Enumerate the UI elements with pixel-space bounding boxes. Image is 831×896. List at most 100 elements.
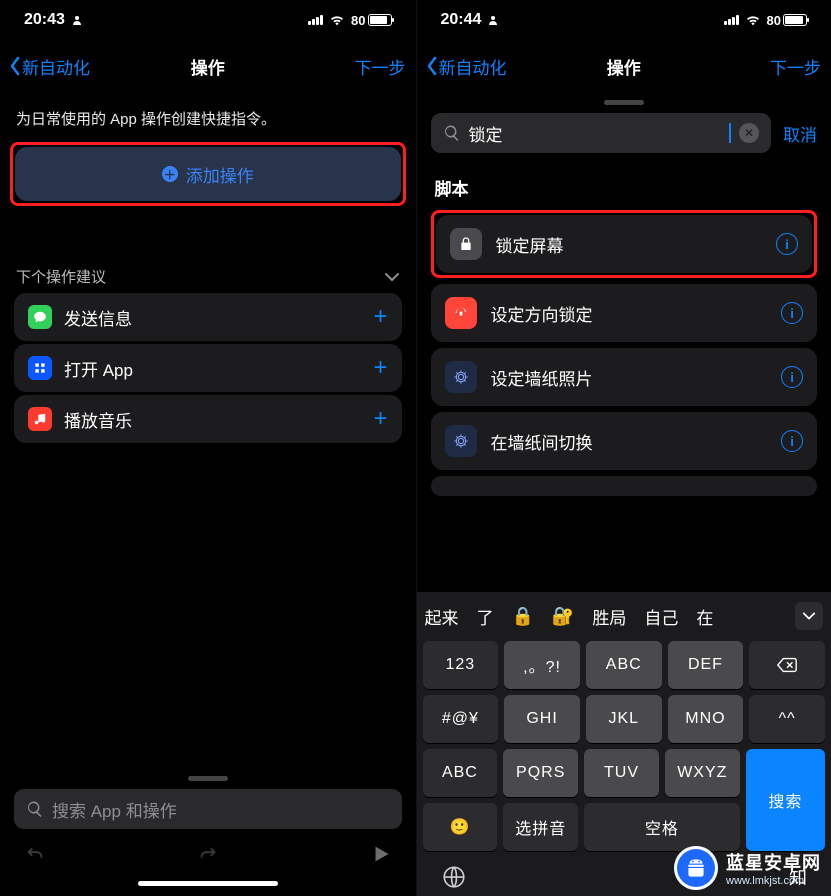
result-label: 设定方向锁定 <box>491 301 593 326</box>
candidate-emoji[interactable]: 🔐 <box>552 606 574 627</box>
lock-icon <box>450 228 482 260</box>
globe-icon[interactable] <box>441 864 467 890</box>
redo-icon[interactable] <box>197 843 219 865</box>
search-field[interactable]: 搜索 App 和操作 <box>14 789 402 829</box>
status-bar: 20:44 80 <box>417 0 831 40</box>
highlight-lock-screen: 锁定屏幕 i <box>431 210 818 278</box>
wallpaper-switch-icon <box>445 425 477 457</box>
key-ghi[interactable]: GHI <box>504 695 580 743</box>
battery-icon: 80 <box>767 13 807 28</box>
key-abc[interactable]: ABC <box>586 641 662 689</box>
back-button[interactable]: 新自动化 <box>8 54 90 79</box>
add-action-label: 添加操作 <box>186 162 254 187</box>
back-button[interactable]: 新自动化 <box>425 54 507 79</box>
search-icon <box>443 124 461 142</box>
key-mno[interactable]: MNO <box>668 695 744 743</box>
result-label: 在墙纸间切换 <box>491 429 593 454</box>
add-action-button[interactable]: ＋ 添加操作 <box>15 147 401 201</box>
candidate[interactable]: 胜局 <box>592 604 626 629</box>
candidate[interactable]: 起来 <box>425 604 459 629</box>
key-def[interactable]: DEF <box>668 641 744 689</box>
candidate[interactable]: 在 <box>696 604 713 629</box>
results-list: 锁定屏幕 i 设定方向锁定 i <box>431 210 818 496</box>
cursor <box>729 123 731 143</box>
nav-title: 操作 <box>191 54 225 79</box>
plus-icon[interactable]: + <box>373 405 387 433</box>
key-punct[interactable]: ,。?! <box>504 641 580 689</box>
result-item-partial <box>431 476 818 496</box>
candidate[interactable]: 了 <box>477 604 494 629</box>
info-icon[interactable]: i <box>776 233 798 255</box>
focus-icon <box>487 14 499 26</box>
info-icon[interactable]: i <box>781 430 803 452</box>
key-caret[interactable]: ^^ <box>749 695 825 743</box>
plus-circle-icon: ＋ <box>162 166 178 182</box>
key-search[interactable]: 搜索 <box>746 749 825 851</box>
candidate[interactable]: 自己 <box>644 604 678 629</box>
expand-candidates-icon[interactable] <box>795 602 823 630</box>
back-label: 新自动化 <box>22 54 90 79</box>
focus-icon <box>71 14 83 26</box>
key-select-pinyin[interactable]: 选拼音 <box>503 803 578 851</box>
wifi-icon <box>329 14 345 26</box>
search-icon <box>26 800 44 818</box>
plus-icon[interactable]: + <box>373 354 387 382</box>
result-label: 设定墙纸照片 <box>491 365 593 390</box>
status-bar: 20:43 80 <box>0 0 416 40</box>
key-pqrs[interactable]: PQRS <box>503 749 578 797</box>
back-label: 新自动化 <box>439 54 507 79</box>
watermark-title: 蓝星安卓网 <box>726 849 821 875</box>
home-indicator <box>138 881 278 886</box>
info-icon[interactable]: i <box>781 302 803 324</box>
rotation-lock-icon <box>445 297 477 329</box>
suggestion-label: 发送信息 <box>64 305 132 330</box>
search-input[interactable] <box>469 123 722 143</box>
result-label: 锁定屏幕 <box>496 232 564 257</box>
status-time: 20:43 <box>24 11 65 29</box>
key-wxyz[interactable]: WXYZ <box>665 749 740 797</box>
battery-icon: 80 <box>351 13 391 28</box>
key-symbols[interactable]: #@¥ <box>423 695 499 743</box>
key-backspace[interactable] <box>749 641 825 689</box>
search-placeholder: 搜索 App 和操作 <box>52 797 177 822</box>
next-button[interactable]: 下一步 <box>770 54 821 79</box>
undo-icon[interactable] <box>24 843 46 865</box>
cancel-button[interactable]: 取消 <box>783 121 817 146</box>
grabber-icon[interactable] <box>604 100 644 105</box>
result-item[interactable]: 在墙纸间切换 i <box>431 412 818 470</box>
toolbar <box>14 829 402 865</box>
key-123[interactable]: 123 <box>423 641 499 689</box>
candidate-emoji[interactable]: 🔒 <box>512 606 534 627</box>
nav-bar: 新自动化 操作 下一步 <box>417 40 831 92</box>
music-icon <box>28 407 52 431</box>
clear-icon[interactable]: ✕ <box>739 123 759 143</box>
helper-text: 为日常使用的 App 操作创建快捷指令。 <box>14 92 402 147</box>
watermark-logo-icon <box>674 846 718 890</box>
result-item[interactable]: 设定墙纸照片 i <box>431 348 818 406</box>
plus-icon[interactable]: + <box>373 303 387 331</box>
messages-icon <box>28 305 52 329</box>
chevron-down-icon[interactable] <box>384 272 400 282</box>
next-button[interactable]: 下一步 <box>355 54 406 79</box>
play-icon[interactable] <box>370 843 392 865</box>
key-emoji[interactable]: 🙂 <box>423 803 498 851</box>
grabber-icon[interactable] <box>188 776 228 781</box>
search-field[interactable]: ✕ <box>431 113 772 153</box>
key-tuv[interactable]: TUV <box>584 749 659 797</box>
suggestion-item[interactable]: 播放音乐 + <box>14 395 402 443</box>
suggestion-label: 打开 App <box>64 356 133 381</box>
key-row-1: 123 ,。?! ABC DEF <box>417 638 831 692</box>
info-icon[interactable]: i <box>781 366 803 388</box>
status-time: 20:44 <box>441 11 482 29</box>
nav-bar: 新自动化 操作 下一步 <box>0 40 416 92</box>
key-space[interactable]: 空格 <box>584 803 740 851</box>
result-item[interactable]: 锁定屏幕 i <box>436 215 813 273</box>
watermark-url: www.lmkjst.com <box>726 875 821 887</box>
result-item[interactable]: 设定方向锁定 i <box>431 284 818 342</box>
nav-title: 操作 <box>607 54 641 79</box>
suggestion-item[interactable]: 打开 App + <box>14 344 402 392</box>
chevron-left-icon <box>425 56 439 76</box>
key-abc-mode[interactable]: ABC <box>423 749 498 797</box>
key-jkl[interactable]: JKL <box>586 695 662 743</box>
suggestion-item[interactable]: 发送信息 + <box>14 293 402 341</box>
